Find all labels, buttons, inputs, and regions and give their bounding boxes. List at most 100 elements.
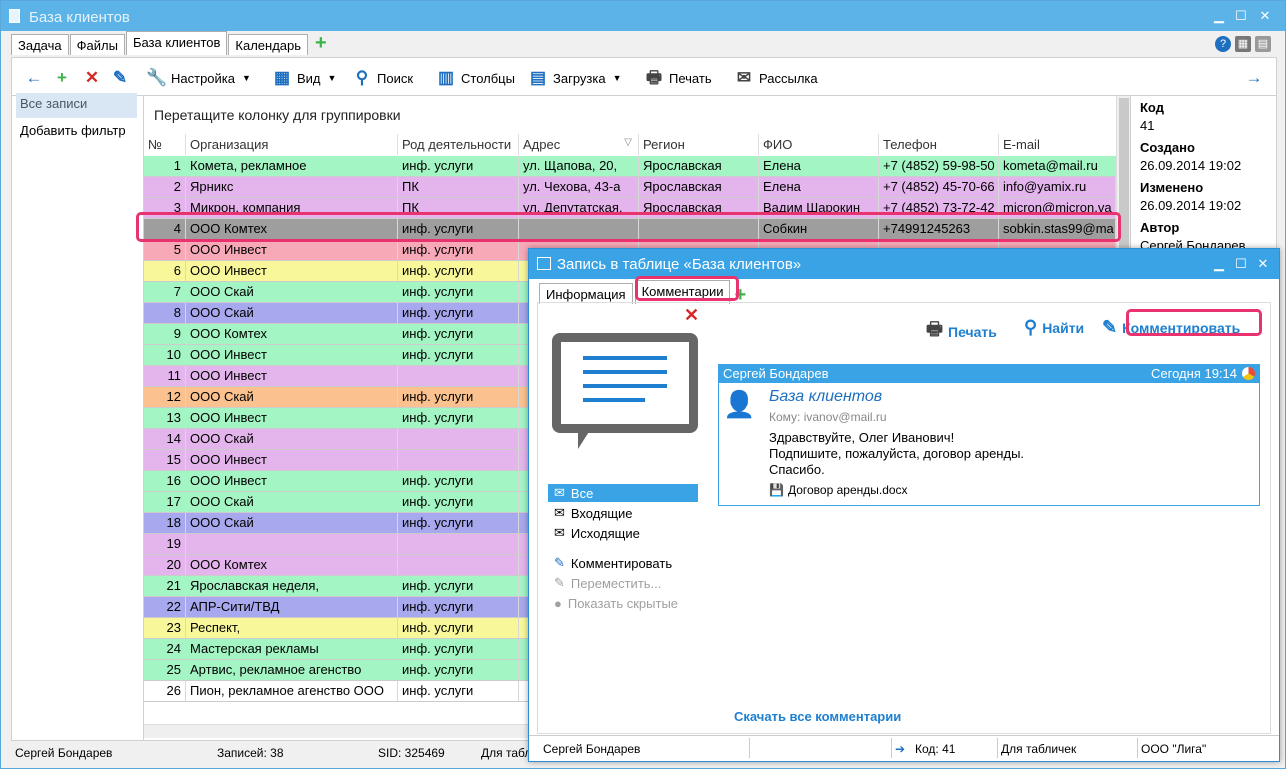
show-hidden-label: Показать скрытые <box>567 595 679 611</box>
dialog-print-button[interactable]: 🖶 Печать <box>926 317 997 347</box>
dialog-status-org: ООО "Лига" <box>1141 742 1207 756</box>
filter-all-records[interactable]: Все записи <box>16 93 137 118</box>
cell-n: 18 <box>144 513 186 533</box>
dialog-minimize-button[interactable]: ▁ <box>1211 257 1227 271</box>
comment-bubble-icon <box>552 333 698 433</box>
cell-kind: инф. услуги <box>398 240 519 260</box>
dialog-close-button[interactable]: ✕ <box>1255 257 1271 271</box>
pencil-icon: ✎ <box>112 68 128 87</box>
cell-n: 23 <box>144 618 186 638</box>
calendar-clock-icon[interactable]: ▦ <box>1235 36 1251 52</box>
cell-org: Ярникс <box>186 177 398 197</box>
load-button[interactable]: ▤ Загрузка ▼ <box>528 68 622 88</box>
comment-time: Сегодня 19:14 <box>1151 366 1237 381</box>
comment-button-highlight <box>1126 309 1262 336</box>
maximize-button[interactable]: ☐ <box>1233 9 1249 23</box>
tab-task[interactable]: Задача <box>11 34 69 55</box>
move-action-label: Переместить... <box>570 575 662 591</box>
window-list-icon[interactable]: ▤ <box>1255 36 1271 52</box>
cell-org: Пион, рекламное агенство ООО <box>186 681 398 701</box>
cell-org: ООО Комтех <box>186 324 398 344</box>
cell-n: 22 <box>144 597 186 617</box>
printer-icon: 🖶 <box>645 68 663 87</box>
search-button[interactable]: ⚲ Поиск <box>352 68 413 88</box>
cell-n: 26 <box>144 681 186 701</box>
print-button[interactable]: 🖶 Печать <box>644 68 712 88</box>
tab-files[interactable]: Файлы <box>69 34 125 55</box>
table-row[interactable]: 1 Комета, рекламное инф. услуги ул. Щапова,… <box>144 156 1116 177</box>
chevron-down-icon: ▼ <box>327 73 337 83</box>
window-title: База клиентов <box>29 9 130 26</box>
tab-calendar[interactable]: Календарь <box>228 34 309 55</box>
dialog-print-label: Печать <box>948 324 997 340</box>
move-action[interactable]: ✎ Переместить... <box>548 574 698 592</box>
pencil-icon: ✎ <box>1102 317 1118 337</box>
outbox-icon: ✉ <box>554 525 565 540</box>
filter-icon[interactable]: ▽ <box>624 137 632 148</box>
cell-org: ООО Скай <box>186 303 398 323</box>
cell-kind <box>398 429 519 449</box>
add-record-button[interactable]: + <box>52 68 72 88</box>
cell-kind <box>398 450 519 470</box>
download-all-link[interactable]: Скачать все комментарии <box>734 709 901 724</box>
add-filter-link[interactable]: Добавить фильтр <box>16 120 137 145</box>
table-row[interactable]: 2 Ярникс ПК ул. Чехова, 43-а Ярославская Елен… <box>144 177 1116 198</box>
cell-org: Мастерская рекламы <box>186 639 398 659</box>
comment-action[interactable]: ✎ Комментировать <box>548 554 698 572</box>
chevron-down-icon: ▼ <box>612 73 622 83</box>
close-button[interactable]: ✕ <box>1257 9 1273 23</box>
columns-button[interactable]: ▥ Столбцы <box>436 68 515 88</box>
column-header-activity[interactable]: Род деятельности <box>398 134 519 155</box>
filter-all-comments[interactable]: ✉ Все <box>548 484 698 502</box>
tab-client-base[interactable]: База клиентов <box>125 31 228 55</box>
cell-n: 6 <box>144 261 186 281</box>
cell-n: 20 <box>144 555 186 575</box>
column-header-phone[interactable]: Телефон <box>879 134 999 155</box>
tab-information[interactable]: Информация <box>539 283 633 304</box>
cell-n: 16 <box>144 471 186 491</box>
dialog-maximize-button[interactable]: ☐ <box>1233 257 1249 271</box>
cell-n: 9 <box>144 324 186 344</box>
cell-org: ООО Инвест <box>186 408 398 428</box>
cell-n: 13 <box>144 408 186 428</box>
cell-org: ООО Скай <box>186 513 398 533</box>
comment-author: Сергей Бондарев <box>723 366 829 381</box>
comments-tab-highlight <box>635 276 739 301</box>
settings-button[interactable]: 🔧 Настройка ▼ <box>146 68 251 88</box>
cell-org: ООО Скай <box>186 429 398 449</box>
add-tab-icon[interactable]: + <box>315 33 327 56</box>
forward-button[interactable]: → <box>1244 68 1264 88</box>
status-pie-icon[interactable] <box>1242 367 1255 380</box>
remove-icon[interactable]: ✕ <box>684 305 699 326</box>
document-icon <box>9 9 20 23</box>
cell-kind: инф. услуги <box>398 576 519 596</box>
attachment-link[interactable]: 💾 Договор аренды.docx <box>769 483 908 497</box>
column-header-region[interactable]: Регион <box>639 134 759 155</box>
column-header-email[interactable]: E-mail <box>999 134 1116 155</box>
help-icon[interactable]: ? <box>1215 36 1231 52</box>
column-header-organization[interactable]: Организация <box>186 134 398 155</box>
divider <box>997 738 998 758</box>
mailing-button[interactable]: ✉ Рассылка <box>734 68 818 88</box>
cell-kind: инф. услуги <box>398 681 519 701</box>
cell-kind <box>398 366 519 386</box>
column-header-fio[interactable]: ФИО <box>759 134 879 155</box>
column-header-address[interactable]: Адрес ▽ <box>519 134 639 155</box>
show-hidden-action[interactable]: ● Показать скрытые <box>548 594 698 612</box>
cell-kind: инф. услуги <box>398 618 519 638</box>
attachment-label: Договор аренды.docx <box>787 483 908 497</box>
cell-addr: ул. Чехова, 43-а <box>519 177 639 197</box>
dialog-find-button[interactable]: ⚲ Найти <box>1024 317 1084 338</box>
back-button[interactable]: ← <box>24 68 44 88</box>
cell-kind: инф. услуги <box>398 156 519 176</box>
delete-record-button[interactable]: ✕ <box>82 68 102 88</box>
cell-n: 5 <box>144 240 186 260</box>
edit-record-button[interactable]: ✎ <box>110 68 130 88</box>
chevron-down-icon: ▼ <box>242 73 251 83</box>
view-button[interactable]: ▦ Вид ▼ <box>272 68 336 88</box>
minimize-button[interactable]: ▁ <box>1211 9 1227 23</box>
cell-n: 21 <box>144 576 186 596</box>
filter-incoming[interactable]: ✉ Входящие <box>548 504 698 522</box>
column-header-number[interactable]: № <box>144 134 186 155</box>
filter-outgoing[interactable]: ✉ Исходящие <box>548 524 698 542</box>
